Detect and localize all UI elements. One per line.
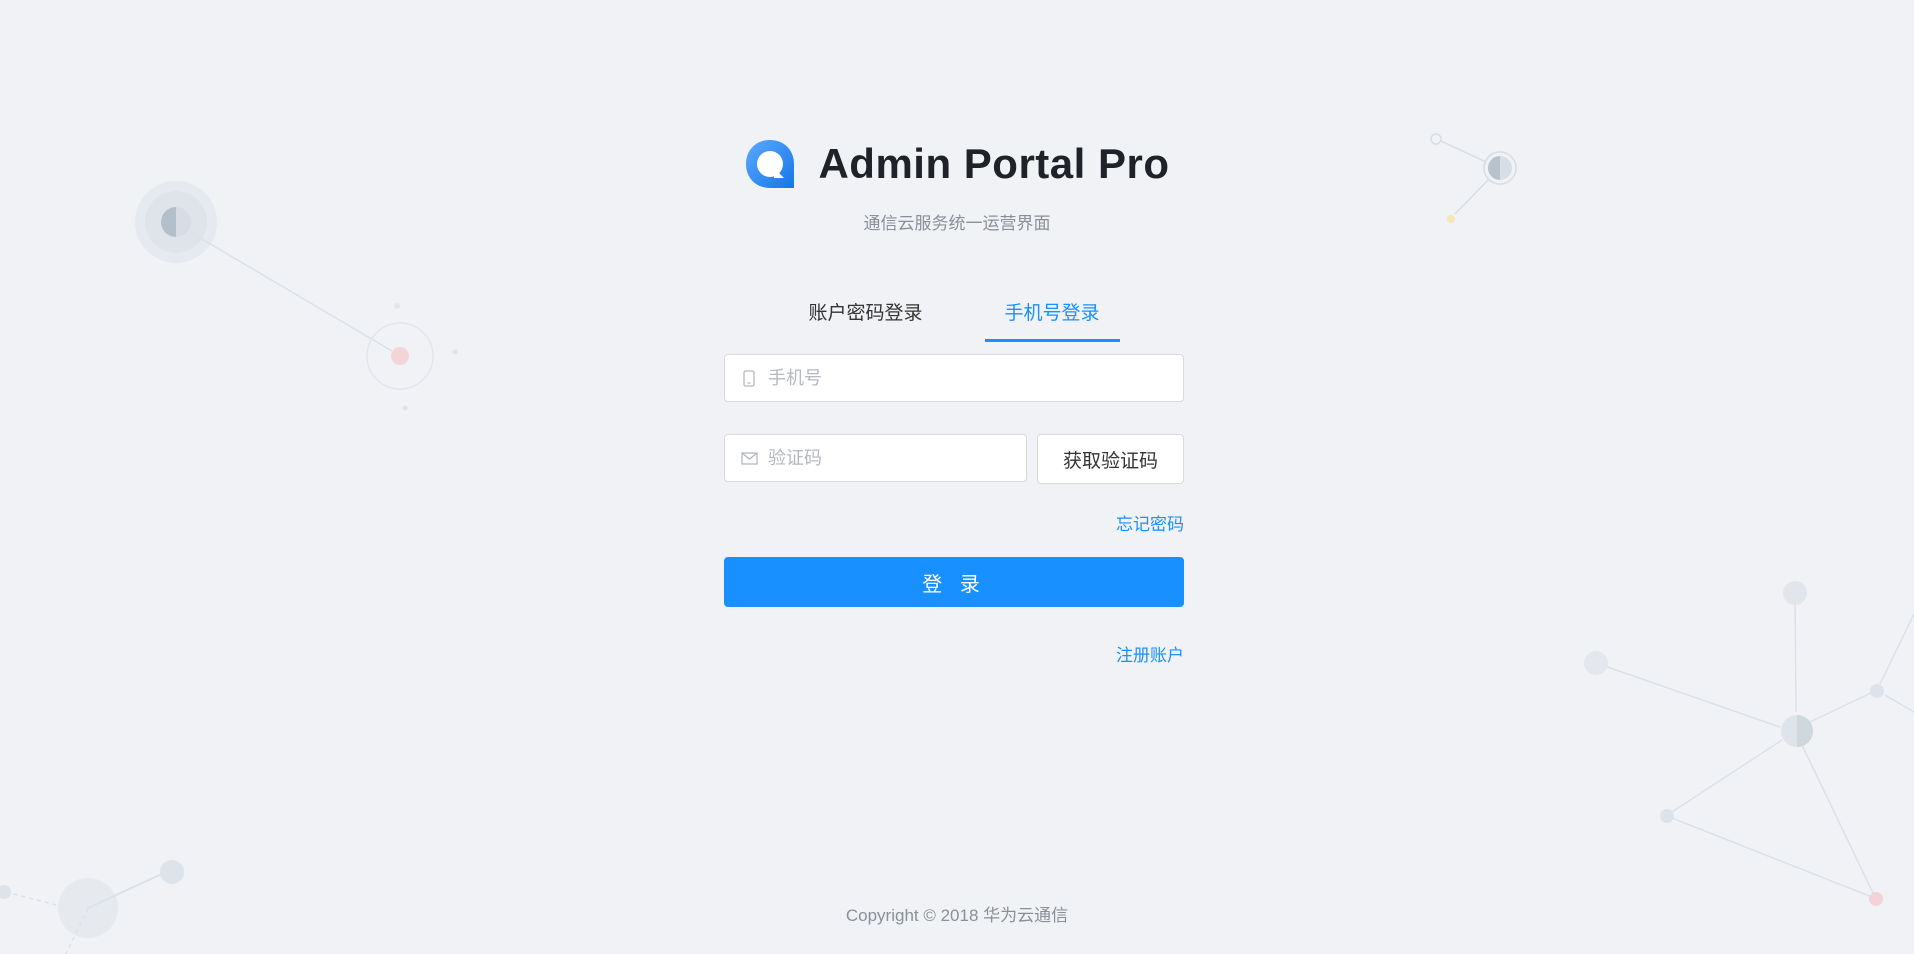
brand-title-row: Admin Portal Pro bbox=[744, 134, 1169, 194]
copyright-footer: Copyright © 2018 华为云通信 bbox=[845, 906, 1069, 925]
login-page: Admin Portal Pro 通信云服务统一运营界面 账户密码登录 手机号登… bbox=[0, 0, 1914, 954]
tab-account-password-login[interactable]: 账户密码登录 bbox=[788, 286, 942, 342]
mail-icon bbox=[740, 449, 758, 467]
phone-field bbox=[724, 354, 1184, 402]
verification-code-row: 获取验证码 bbox=[724, 434, 1184, 484]
app-title: Admin Portal Pro bbox=[818, 140, 1170, 187]
login-tabs: 账户密码登录 手机号登录 bbox=[724, 286, 1184, 342]
register-row: 注册账户 bbox=[724, 641, 1184, 666]
verification-code-field bbox=[724, 434, 1027, 482]
phone-input[interactable] bbox=[766, 355, 1183, 401]
app-subtitle: 通信云服务统一运营界面 bbox=[863, 214, 1051, 233]
forgot-password-row: 忘记密码 bbox=[724, 510, 1184, 535]
login-form: 账户密码登录 手机号登录 获取验 bbox=[724, 286, 1184, 666]
verification-code-input[interactable] bbox=[766, 435, 1026, 481]
chat-bubble-logo-icon bbox=[746, 140, 795, 188]
register-account-link[interactable]: 注册账户 bbox=[1116, 646, 1184, 665]
get-verification-code-button[interactable]: 获取验证码 bbox=[1037, 434, 1184, 484]
login-submit-button[interactable]: 登 录 bbox=[724, 557, 1184, 607]
forgot-password-link[interactable]: 忘记密码 bbox=[1116, 515, 1184, 534]
mobile-phone-icon bbox=[740, 369, 758, 387]
tab-phone-login[interactable]: 手机号登录 bbox=[984, 286, 1120, 342]
brand-header: Admin Portal Pro 通信云服务统一运营界面 bbox=[0, 134, 1914, 234]
